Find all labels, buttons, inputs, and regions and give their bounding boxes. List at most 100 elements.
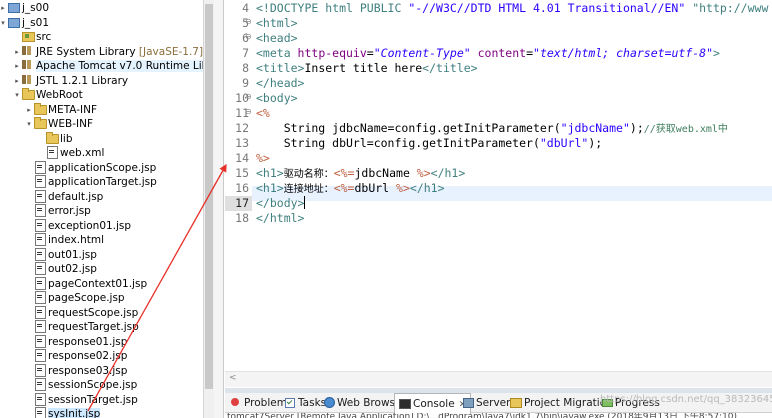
fold-marker-icon[interactable]: ⊖ (245, 17, 252, 26)
tree-item-label: src (36, 31, 52, 43)
collapsed-arrow-icon[interactable]: ▸ (24, 103, 34, 118)
tree-item[interactable]: ▸ JRE System Library [JavaSE-1.7] (12, 45, 203, 60)
lib-icon (22, 59, 34, 70)
tree-item-label: j_s00 (22, 2, 49, 14)
project-explorer[interactable]: ▸ j_s00 ▾ j_s01 src ▸ JRE System Library [Java… (0, 0, 203, 418)
code-line[interactable]: <h1>连接地址：<%=dbUrl %></h1> (256, 181, 445, 196)
tree-item[interactable]: out01.jsp (24, 247, 97, 263)
tree-item-label: error.jsp (48, 205, 91, 217)
collapsed-arrow-icon[interactable]: ▸ (12, 74, 22, 89)
tree-item-label: applicationScope.jsp (48, 161, 157, 174)
tree-item[interactable]: sessionScope.jsp (24, 378, 137, 393)
tree-item[interactable]: pageContext01.jsp (24, 276, 147, 292)
tree-item[interactable]: error.jsp (24, 204, 91, 219)
expanded-arrow-icon[interactable]: ▾ (0, 16, 8, 31)
library-version-suffix: [JavaSE-1.7] (135, 45, 203, 58)
code-line[interactable]: <head> (256, 31, 298, 46)
code-token: 连接地址： (283, 184, 334, 195)
line-number: 15 (235, 166, 249, 180)
tree-item[interactable]: response03.jsp (24, 363, 127, 379)
file-icon (46, 146, 58, 159)
code-line[interactable]: <% (256, 106, 270, 121)
collapsed-arrow-icon[interactable]: ▸ (12, 45, 22, 60)
code-line[interactable]: %> (256, 151, 270, 166)
tree-item[interactable]: out02.jsp (24, 262, 97, 277)
tree-item[interactable]: exception01.jsp (24, 218, 131, 234)
editor-left-margin (214, 0, 224, 418)
file-icon (34, 262, 46, 275)
file-icon (34, 320, 46, 333)
fold-marker-icon[interactable]: ⊖ (245, 107, 252, 116)
code-token: </body> (256, 196, 305, 210)
code-token: <head> (256, 31, 298, 45)
expanded-arrow-icon[interactable]: ▾ (24, 117, 34, 132)
code-token: <title> (256, 61, 305, 75)
tree-item[interactable]: ▸ META-INF (24, 102, 98, 118)
line-number: 18 (235, 211, 249, 225)
tree-item[interactable]: ▾ WebRoot (12, 88, 83, 103)
tree-item-label: response02.jsp (48, 350, 128, 362)
tree-item[interactable]: response02.jsp (24, 349, 127, 364)
code-line[interactable]: </head> (256, 76, 304, 91)
tree-item[interactable]: lib (36, 131, 73, 147)
line-number: 4 (242, 1, 249, 15)
code-line[interactable]: <html> (256, 16, 298, 31)
explorer-scrollbar-thumb[interactable] (205, 4, 213, 389)
tree-item[interactable]: index.html (24, 233, 104, 248)
text-caret (304, 196, 306, 209)
code-line[interactable]: <title>Insert title here</title> (256, 61, 478, 76)
code-editor[interactable]: 4 5 ⊖ 6 ⊖ 7 8 9 10 ⊖ 11 ⊖ 12 13 14 15 16 17 18 <!DOCTYPE h… (225, 0, 772, 388)
tree-item[interactable]: sessionTarget.jsp (24, 392, 138, 408)
code-token: http-equiv (297, 46, 367, 60)
tree-item[interactable]: web.xml (36, 146, 104, 161)
code-token: ); (588, 136, 603, 150)
project-icon (8, 1, 20, 13)
collapsed-arrow-icon[interactable]: ▸ (12, 59, 22, 74)
line-number: 7 (242, 46, 249, 60)
tree-item[interactable]: pageScope.jsp (24, 291, 125, 306)
scroll-left-arrow-icon[interactable]: < (229, 373, 237, 383)
tree-item[interactable]: applicationScope.jsp (24, 160, 157, 176)
tree-item[interactable]: ▾ j_s01 (0, 16, 49, 31)
tree-item-label: META-INF (48, 103, 98, 116)
code-line[interactable]: </html> (256, 211, 304, 226)
tree-item[interactable]: requestTarget.jsp (24, 320, 139, 335)
tree-item[interactable]: requestScope.jsp (24, 305, 138, 321)
code-token: "dbUrl" (539, 136, 589, 150)
tree-item[interactable]: ▾ WEB-INF (24, 117, 93, 132)
fold-marker-icon[interactable]: ⊖ (245, 32, 252, 41)
tree-item[interactable]: response01.jsp (24, 334, 127, 350)
file-icon (34, 334, 46, 348)
code-token: = (526, 46, 534, 60)
code-token: "http://www (685, 1, 769, 15)
line-number: 13 (235, 136, 249, 150)
editor-horizontal-scrollbar[interactable]: < (225, 371, 772, 387)
tree-item[interactable]: ▸ j_s00 (0, 1, 49, 16)
fold-marker-icon[interactable]: ⊖ (245, 92, 252, 101)
code-token: </head> (256, 76, 305, 90)
tree-item[interactable]: sysInit.jsp (24, 407, 101, 418)
code-line[interactable]: </body> (256, 196, 306, 211)
tree-item[interactable]: ▸ Apache Tomcat v7.0 Runtime Libraries (12, 59, 203, 74)
file-icon (34, 363, 46, 377)
code-token: %> (256, 151, 270, 165)
tree-item[interactable]: applicationTarget.jsp (24, 175, 157, 190)
tree-item-label: lib (60, 132, 73, 145)
tree-item-label: requestTarget.jsp (48, 321, 139, 333)
srcfolder-icon (22, 30, 35, 42)
code-line[interactable]: String dbUrl=config.getInitParameter("db… (256, 136, 603, 151)
tree-item[interactable]: src (12, 30, 51, 45)
code-token: "jdbcName" (560, 121, 630, 135)
code-line[interactable]: <h1>驱动名称：<%=jdbcName %></h1> (256, 166, 465, 181)
collapsed-arrow-icon[interactable]: ▸ (0, 1, 8, 16)
tree-item-label: sessionTarget.jsp (48, 393, 138, 406)
code-token: "Content-Type" (373, 46, 471, 60)
tree-item[interactable]: ▸ JSTL 1.2.1 Library (12, 74, 128, 89)
code-token: String jdbcName=config.getInitParameter( (256, 121, 561, 135)
expanded-arrow-icon[interactable]: ▾ (12, 88, 22, 103)
code-line[interactable]: <!DOCTYPE html PUBLIC "-//W3C//DTD HTML … (256, 1, 768, 16)
code-line[interactable]: <body> (256, 91, 298, 106)
code-line[interactable]: <meta http-equiv="Content-Type" content=… (256, 46, 720, 61)
code-line[interactable]: String jdbcName=config.getInitParameter(… (256, 121, 728, 136)
tree-item[interactable]: default.jsp (24, 189, 103, 205)
